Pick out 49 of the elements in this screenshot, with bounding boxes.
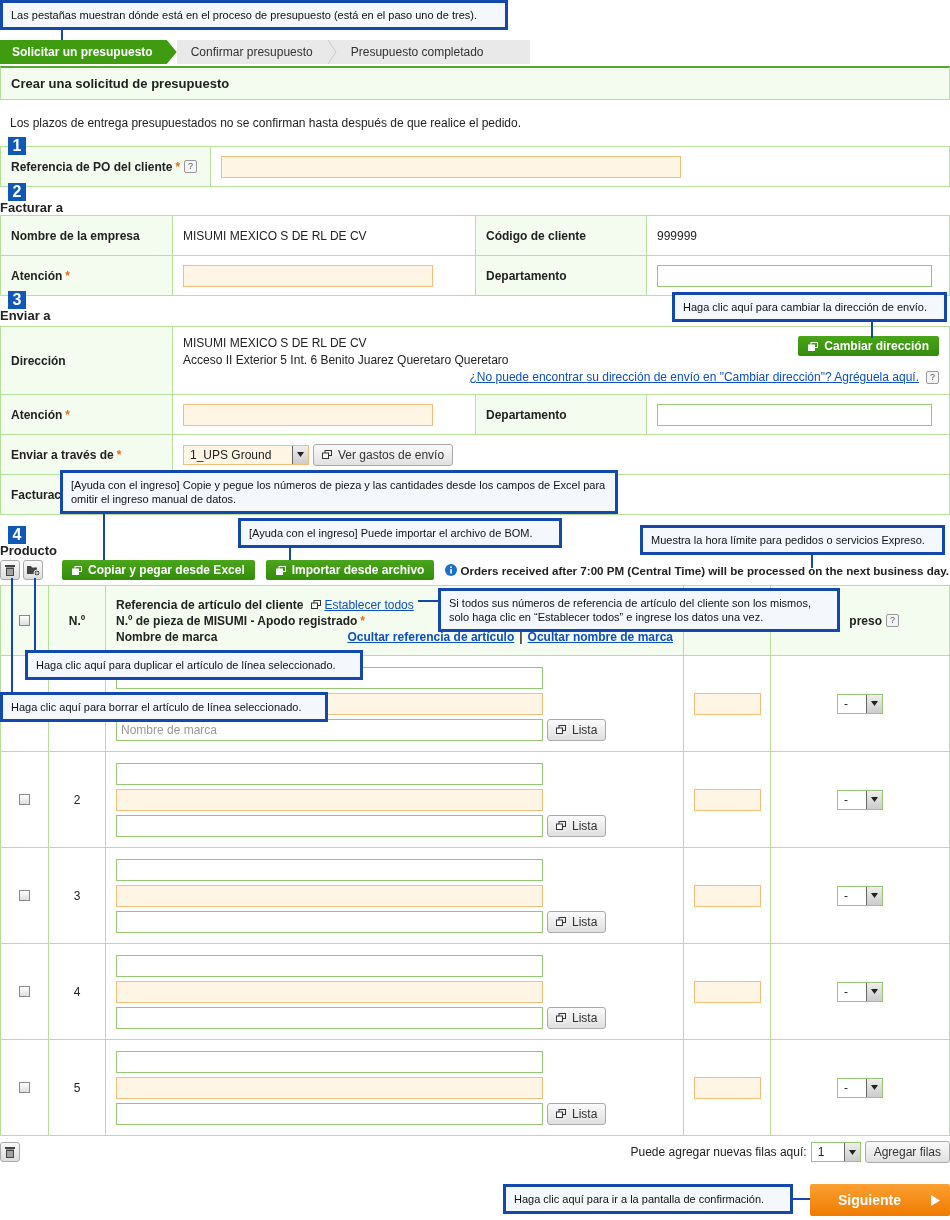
row-number: 4: [73, 984, 81, 999]
step-number-badge: 3: [8, 291, 26, 309]
required-mark: *: [65, 268, 70, 283]
field-label: Atención: [11, 407, 63, 422]
cutoff-notice: Orders received after 7:00 PM (Central Time) will be processed on the next business day.: [460, 563, 950, 577]
address-line: Acceso II Exterior 5 Int. 6 Benito Juarez Queretaro Queretaro: [183, 352, 509, 369]
column-header: Nombre de marca: [116, 628, 218, 645]
field-label: Departamento: [486, 268, 567, 283]
field-label: Facturac: [11, 487, 62, 502]
required-mark: *: [65, 407, 70, 422]
column-header: Referencia de artículo del cliente: [116, 596, 304, 613]
section-heading: Producto: [0, 544, 58, 558]
help-tooltip: [Ayuda con el ingreso] Copie y pegue los números de pieza y las cantidades desde los campos de Excel para omitir el ingreso manual de datos.: [60, 470, 618, 514]
column-header: N.º: [68, 613, 86, 628]
row-number: 3: [73, 888, 81, 903]
field-label: Dirección: [11, 353, 66, 368]
column-header: preso: [849, 613, 882, 628]
help-tooltip: Si todos sus números de referencia de artículo del cliente son los mismos, solo haga clic en “Establecer todos” e ingrese los datos una vez.: [438, 588, 840, 632]
row-number: 2: [73, 792, 81, 807]
step-number-badge: 1: [8, 137, 26, 155]
help-tooltip: Muestra la hora límite para pedidos o servicios Expreso.: [640, 525, 945, 555]
field-label: Código de cliente: [486, 228, 586, 243]
field-label: Enviar a través de: [11, 447, 114, 462]
notice-text: Los plazos de entrega presupuestados no se confirman hasta después de que realice el pedido.: [9, 116, 522, 130]
row-number: 5: [73, 1080, 81, 1095]
help-tooltip: Las pestañas muestran dónde está en el proceso de presupuesto (está en el paso uno de tres).: [0, 0, 508, 30]
step-number-badge: 2: [8, 183, 26, 201]
section-heading: Facturar a: [0, 201, 63, 215]
required-mark: *: [175, 159, 181, 174]
add-rows-label: Puede agregar nuevas filas aquí:: [630, 1145, 807, 1159]
company-name: MISUMI MEXICO S DE RL DE CV: [183, 228, 367, 243]
section-heading: Enviar a: [0, 309, 51, 323]
help-tooltip: Haga clic aquí para cambiar la dirección de envío.: [672, 292, 947, 322]
help-tooltip: Haga clic aquí para duplicar el artículo de línea seleccionado.: [25, 650, 363, 680]
field-label: Nombre de la empresa: [11, 228, 140, 243]
help-tooltip: [Ayuda con el ingreso] Puede importar el archivo de BOM.: [238, 518, 562, 548]
customer-code: 999999: [657, 228, 698, 243]
column-header: N.º de pieza de MISUMI - Apodo registrado: [116, 613, 358, 628]
page-title: Crear una solicitud de presupuesto: [0, 66, 950, 100]
required-mark: *: [116, 447, 122, 462]
help-tooltip: Haga clic aquí para ir a la pantalla de confirmación.: [503, 1184, 793, 1214]
required-mark: *: [360, 613, 365, 628]
field-label: Referencia de PO del cliente: [11, 159, 173, 174]
link-separator: |: [519, 629, 523, 644]
field-label: Atención: [11, 268, 63, 283]
help-tooltip: Haga clic aquí para borrar el artículo de línea seleccionado.: [0, 692, 328, 722]
field-label: Departamento: [486, 407, 567, 422]
step-number-badge: 4: [8, 526, 26, 544]
address-line: MISUMI MEXICO S DE RL DE CV: [183, 335, 368, 352]
